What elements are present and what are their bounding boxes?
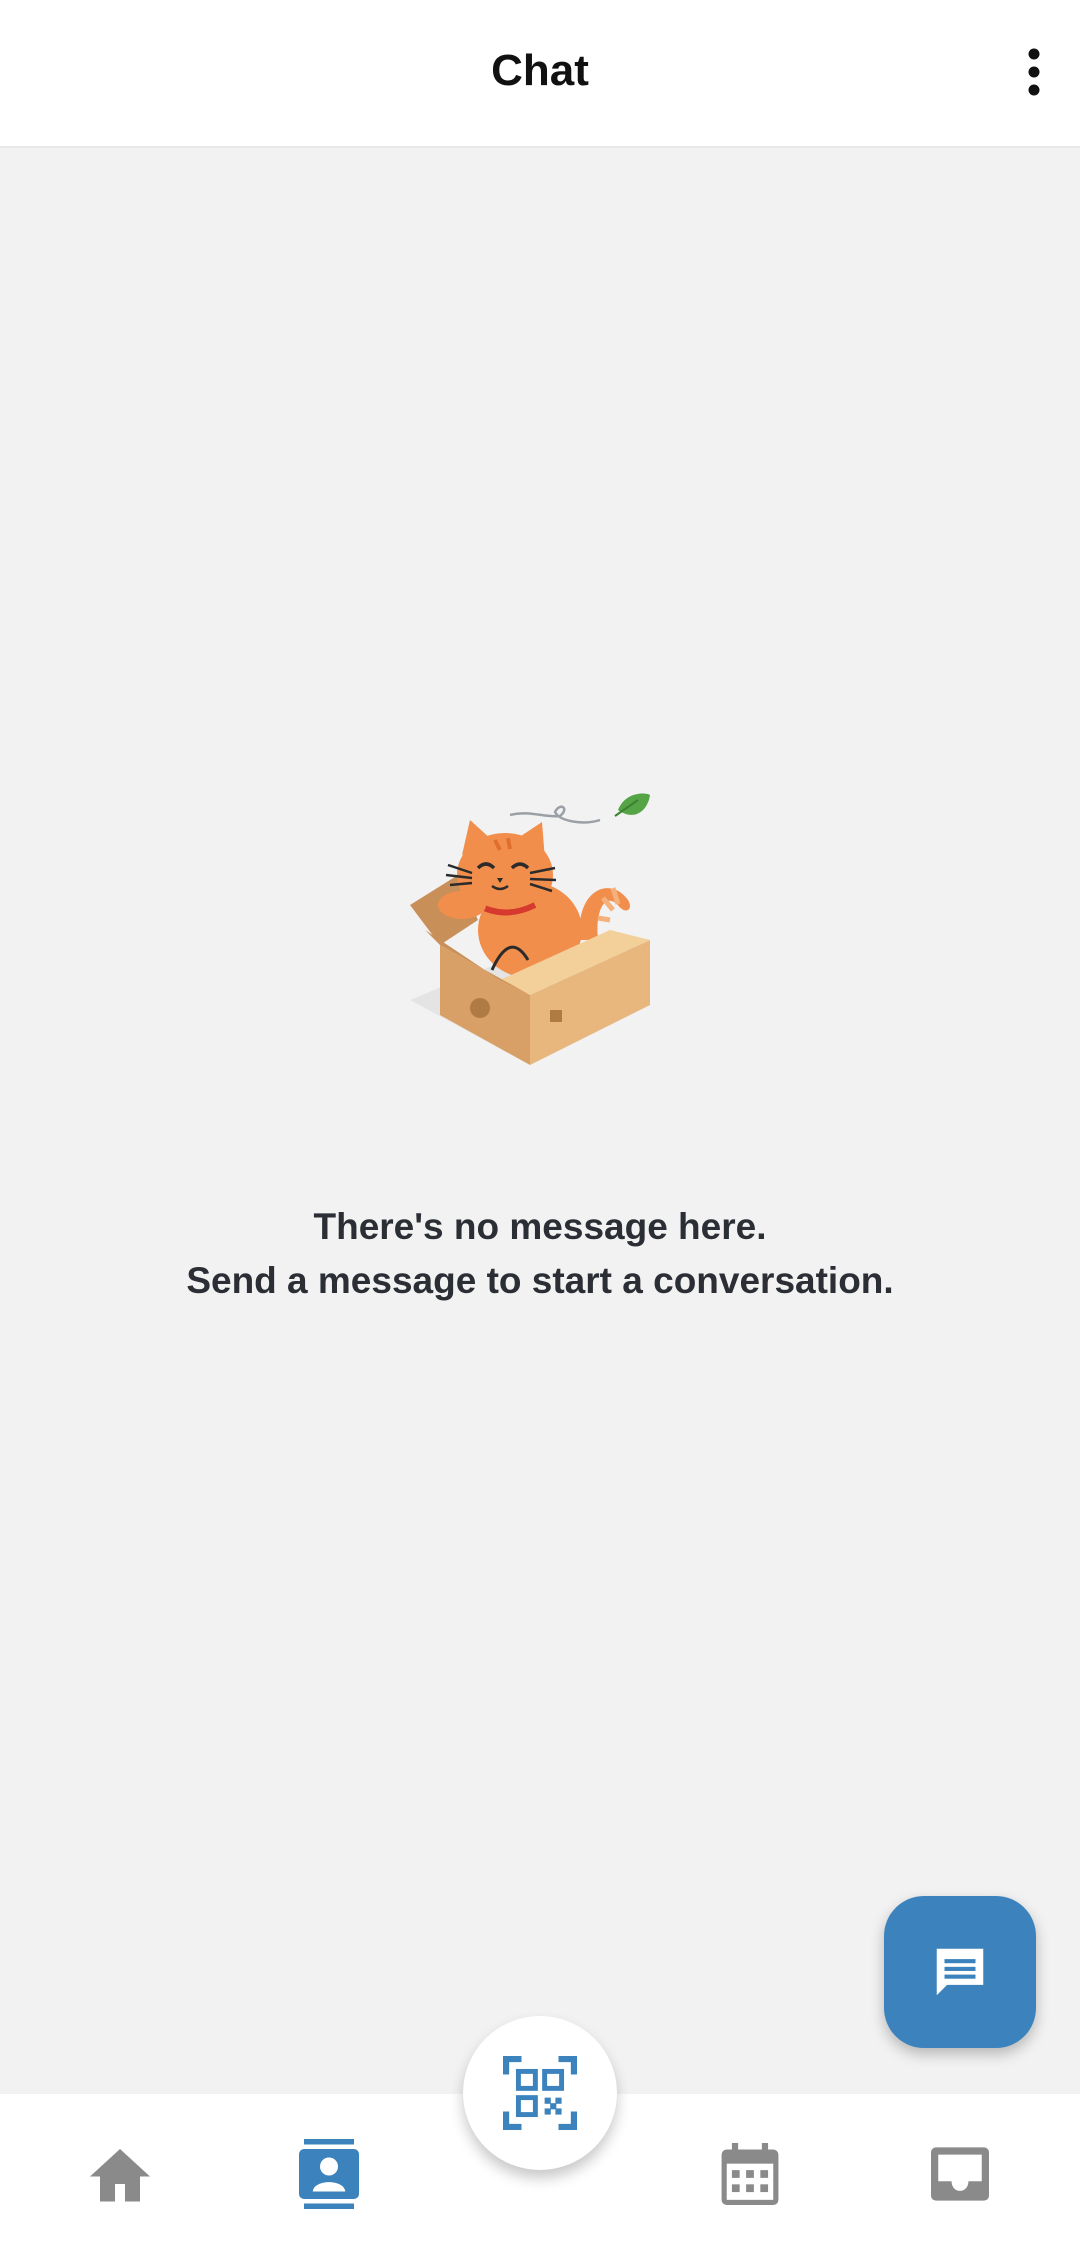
- empty-state-message: There's no message here. Send a message …: [0, 1200, 1080, 1308]
- new-message-button[interactable]: [884, 1896, 1036, 2048]
- nav-item-inbox[interactable]: [920, 2134, 1000, 2214]
- nav-item-contacts[interactable]: [289, 2134, 369, 2214]
- nav-item-home[interactable]: [80, 2134, 160, 2214]
- contacts-icon: [299, 2139, 359, 2209]
- cat-in-box-illustration: [400, 780, 690, 1070]
- qr-code-scan-icon: [503, 2056, 577, 2130]
- inbox-icon: [931, 2147, 989, 2201]
- calendar-icon: [721, 2143, 779, 2205]
- page-title: Chat: [491, 46, 589, 95]
- empty-state-line-2: Send a message to start a conversation.: [186, 1260, 894, 1301]
- app-bar: Chat: [0, 0, 1080, 148]
- home-icon: [90, 2149, 150, 2202]
- overflow-menu-button[interactable]: [1002, 36, 1066, 108]
- message-icon: [936, 1948, 984, 1996]
- empty-state-line-1: There's no message here.: [313, 1206, 767, 1247]
- nav-item-calendar[interactable]: [710, 2134, 790, 2214]
- qr-scan-button[interactable]: [463, 2016, 617, 2170]
- more-vertical-icon: [1028, 48, 1040, 96]
